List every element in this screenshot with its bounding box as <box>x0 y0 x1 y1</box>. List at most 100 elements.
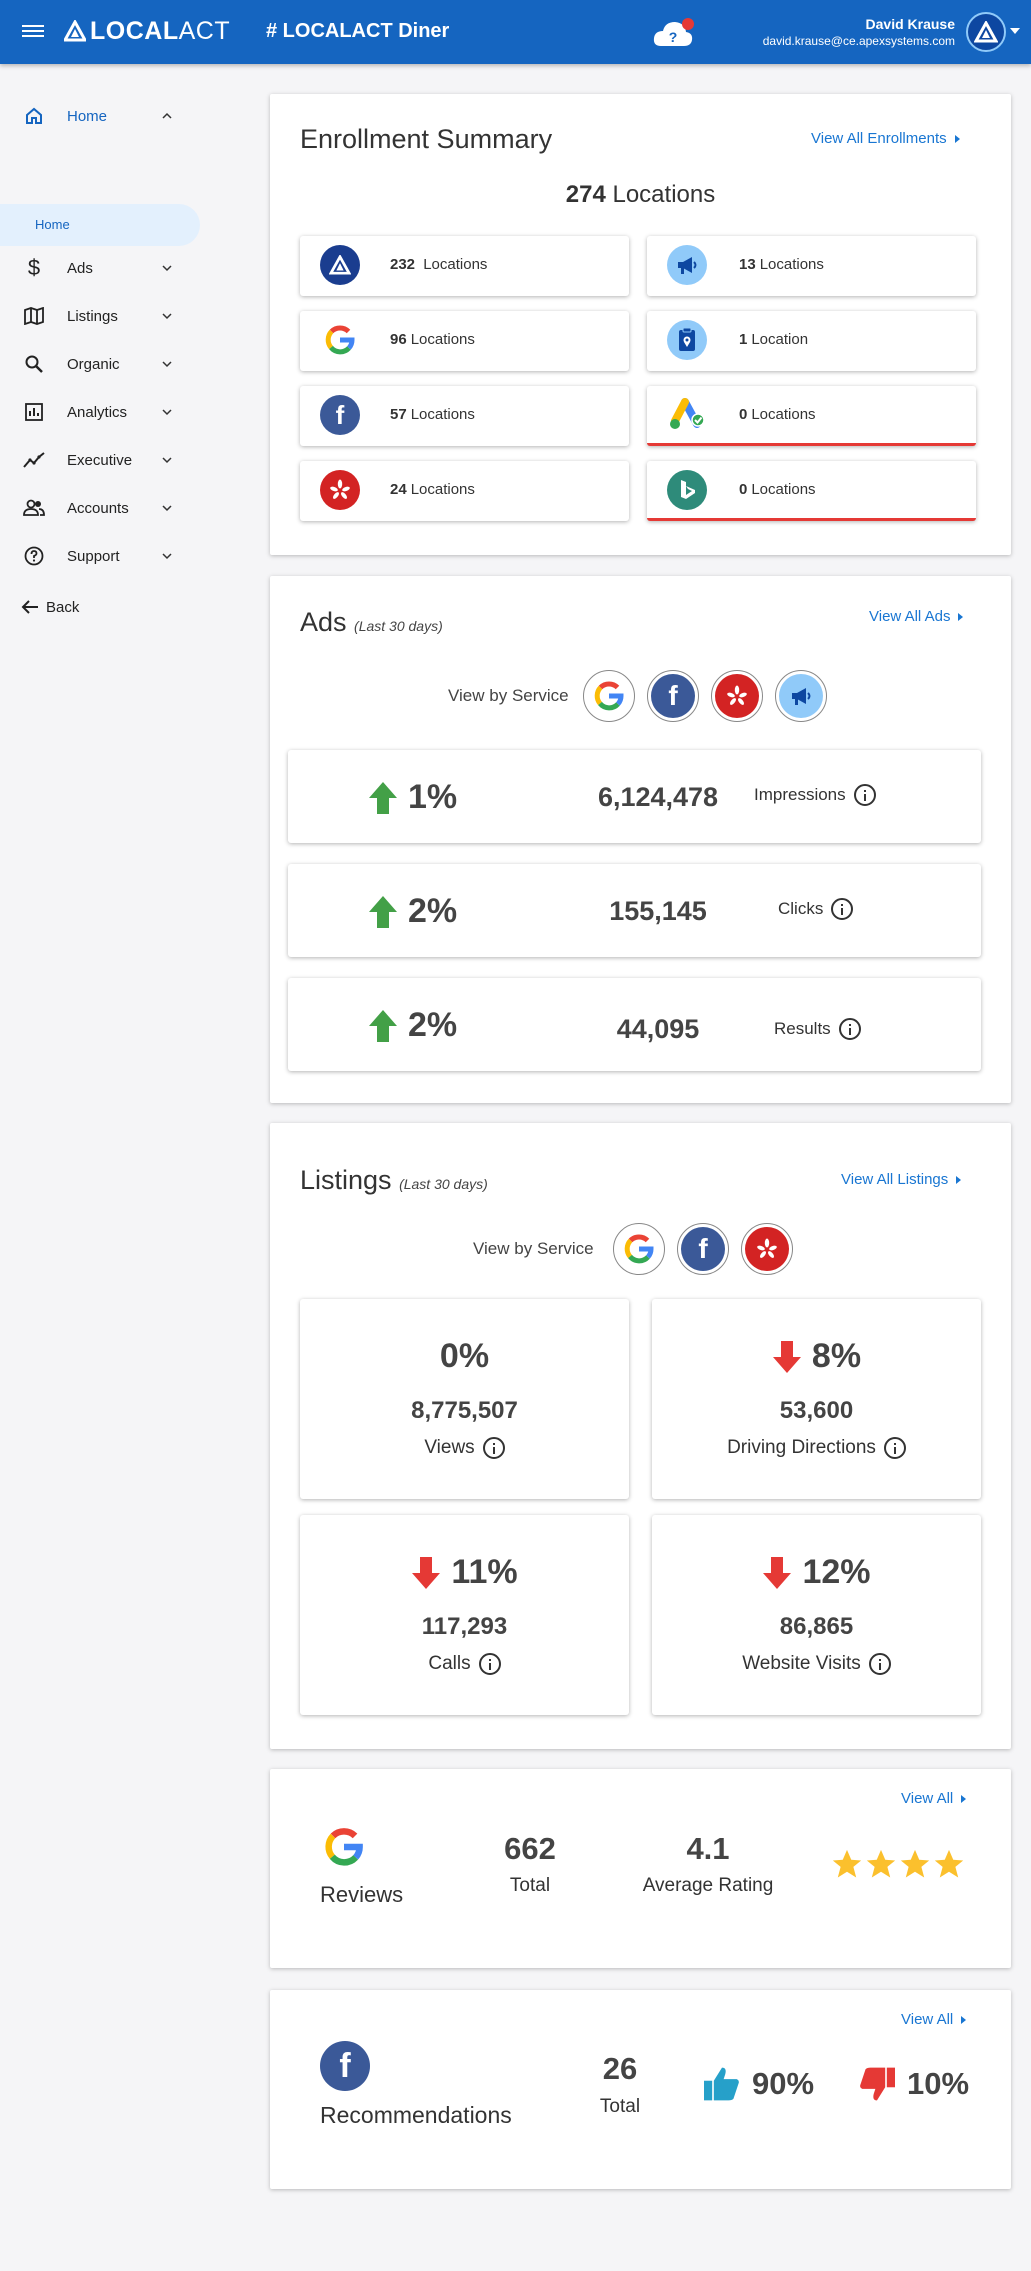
avatar[interactable] <box>966 12 1006 52</box>
ads-metric-label-text: Results <box>774 1019 831 1038</box>
help-cloud-button[interactable]: ? <box>651 16 695 50</box>
info-icon[interactable] <box>853 784 876 806</box>
enrollment-unit: Locations <box>410 406 475 423</box>
star-icon <box>832 1849 862 1878</box>
megaphone-icon <box>779 674 823 718</box>
chevron-up-icon <box>162 112 172 119</box>
arrow-up-icon <box>369 781 397 814</box>
enrollment-item-text: 232 Locations <box>390 256 487 273</box>
info-icon[interactable] <box>478 1653 501 1675</box>
reviews-view-all-link[interactable]: View All <box>901 1790 966 1807</box>
ads-service-yelp[interactable] <box>711 670 763 722</box>
listings-tile-calls[interactable]: 11% 117,293 Calls <box>300 1515 629 1715</box>
sidebar-subitem-home[interactable]: Home <box>0 204 200 246</box>
view-all-enrollments-link[interactable]: View All Enrollments <box>811 130 960 147</box>
enrollment-item-text: 0 Locations <box>739 481 816 498</box>
ads-metric-value: 6,124,478 <box>597 782 719 812</box>
sidebar-item-home[interactable]: Home <box>0 99 210 133</box>
ads-view-by-label: View by Service <box>448 686 569 705</box>
back-button[interactable]: Back <box>0 590 210 624</box>
yelp-icon <box>715 674 759 718</box>
listings-service-yelp[interactable] <box>741 1223 793 1275</box>
listings-tile-percent: 12% <box>802 1553 871 1591</box>
chevron-down-icon <box>162 361 172 368</box>
listings-service-facebook[interactable]: f <box>677 1223 729 1275</box>
sidebar-item-label: Home <box>67 107 108 125</box>
info-icon[interactable] <box>831 898 854 920</box>
info-icon[interactable] <box>868 1653 891 1675</box>
user-info[interactable]: David Krause david.krause@ce.apexsystems… <box>763 16 955 48</box>
facebook-icon: f <box>681 1227 725 1271</box>
listings-tile-change: 12% <box>652 1553 981 1592</box>
google-icon <box>617 1227 661 1271</box>
enrollment-item-localact[interactable]: 232 Locations <box>300 236 629 296</box>
ads-title: Ads (Last 30 days) <box>300 607 443 638</box>
ads-service-facebook[interactable]: f <box>647 670 699 722</box>
google-icon <box>320 320 360 360</box>
reviews-average-value: 4.1 <box>686 1831 730 1866</box>
menu-icon[interactable] <box>22 22 44 42</box>
enrollment-item-text: 96 Locations <box>390 331 475 348</box>
enrollment-count: 0 <box>739 481 748 498</box>
listings-tile-value: 117,293 <box>421 1613 508 1640</box>
ads-metric-results[interactable]: 2% 44,095 Results <box>288 978 981 1071</box>
enrollment-item-google[interactable]: 96 Locations <box>300 311 629 371</box>
listings-tile-label: Calls <box>300 1653 629 1675</box>
listings-tile-percent: 0% <box>439 1337 490 1375</box>
enrollment-item-megaphone[interactable]: 13 Locations <box>647 236 976 296</box>
ads-service-megaphone[interactable] <box>775 670 827 722</box>
enrollment-item-clipboard[interactable]: 1 Location <box>647 311 976 371</box>
sidebar-item-organic[interactable]: Organic <box>0 347 210 381</box>
listings-tile-website-visits[interactable]: 12% 86,865 Website Visits <box>652 1515 981 1715</box>
ads-metric-impressions[interactable]: 1% 6,124,478 Impressions <box>288 750 981 843</box>
enrollment-unit: Location <box>751 331 809 348</box>
enrollment-item-yelp[interactable]: 24 Locations <box>300 461 629 521</box>
ads-metric-clicks[interactable]: 2% 155,145 Clicks <box>288 864 981 957</box>
sidebar-item-executive[interactable]: Executive <box>0 443 210 477</box>
info-icon[interactable] <box>482 1437 505 1459</box>
sidebar-item-analytics[interactable]: Analytics <box>0 395 210 429</box>
chevron-down-icon[interactable] <box>1010 28 1020 34</box>
enrollment-unit: Locations <box>410 481 475 498</box>
rating-stars <box>830 1847 966 1881</box>
sidebar-item-accounts[interactable]: Accounts <box>0 491 210 525</box>
enrollment-count: 96 <box>390 331 407 348</box>
ads-service-google[interactable] <box>583 670 635 722</box>
enrollment-unit: Locations <box>751 406 816 423</box>
ads-metric-percent: 1% <box>408 778 458 816</box>
sidebar-item-listings[interactable]: Listings <box>0 299 210 333</box>
enrollment-item-bing[interactable]: 0 Locations <box>647 461 976 521</box>
recommendations-total-value: 26 <box>602 2051 638 2086</box>
listings-service-google[interactable] <box>613 1223 665 1275</box>
info-icon[interactable] <box>883 1437 906 1459</box>
top-app-bar: LOCAL ACT # LOCALACT Diner ? David Krause… <box>0 0 1031 64</box>
info-icon[interactable] <box>838 1018 861 1040</box>
listings-tile-views[interactable]: 0% 8,775,507 Views <box>300 1299 629 1499</box>
facebook-icon: f <box>320 395 360 435</box>
enrollment-unit: Locations <box>759 256 824 273</box>
view-all-listings-link[interactable]: View All Listings <box>841 1171 961 1188</box>
people-icon <box>22 496 46 520</box>
recommendations-view-all-link[interactable]: View All <box>901 2011 966 2028</box>
user-name: David Krause <box>865 16 955 32</box>
listings-tile-value: 86,865 <box>779 1613 854 1640</box>
help-circle-icon <box>22 544 46 568</box>
sidebar-item-ads[interactable]: $ Ads <box>0 251 210 285</box>
view-all-ads-link[interactable]: View All Ads <box>869 608 963 625</box>
sidebar-item-support[interactable]: Support <box>0 539 210 573</box>
enrollment-item-google-ads[interactable]: 0 Locations <box>647 386 976 446</box>
recommendations-label: Recommendations <box>320 2102 512 2128</box>
listings-tile-change: 11% <box>300 1553 629 1592</box>
app-logo[interactable]: LOCAL ACT <box>64 16 230 46</box>
recommendations-positive: 90% <box>702 2066 814 2102</box>
listings-tile-driving-directions[interactable]: 8% 53,600 Driving Directions <box>652 1299 981 1499</box>
reviews-label: Reviews <box>320 1882 404 1907</box>
ads-metric-label: Clicks <box>778 898 854 920</box>
enrollment-unit: Locations <box>423 256 488 273</box>
bing-icon <box>667 470 707 510</box>
ads-metric-change: 2% <box>368 1006 457 1045</box>
reviews-total-value: 662 <box>504 1831 556 1866</box>
enrollment-item-facebook[interactable]: f 57 Locations <box>300 386 629 446</box>
ads-metric-value: 155,145 <box>609 896 707 926</box>
enrollment-item-text: 24 Locations <box>390 481 475 498</box>
